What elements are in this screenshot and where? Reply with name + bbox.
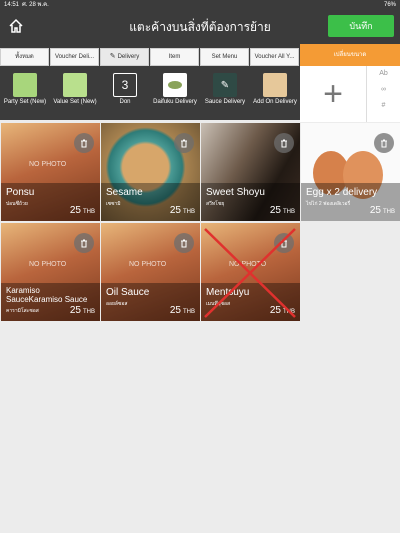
number-option-icon[interactable]: # <box>367 98 400 114</box>
product-name: Egg x 2 delivery <box>306 187 378 198</box>
display-options: Ab ∞ # <box>366 66 400 122</box>
product-card[interactable]: Egg x 2 delivery ไข่ไก่ 2 ฟองเดลิเวอรี่ … <box>301 123 400 221</box>
link-option-icon[interactable]: ∞ <box>367 82 400 98</box>
category-value-set[interactable]: Value Set (New) <box>50 73 100 120</box>
price-value: 25 <box>69 205 81 216</box>
text-option-icon[interactable]: Ab <box>367 66 400 82</box>
category-thumb <box>63 73 87 97</box>
product-name: Sweet Shoyu <box>206 187 265 198</box>
tab-item[interactable]: Item <box>150 48 199 66</box>
tab-delivery-label: Delivery <box>117 54 140 60</box>
price-value: 25 <box>169 205 181 216</box>
product-card[interactable]: NO PHOTO Karamiso SauceKaramiso Sauce คา… <box>1 223 100 321</box>
product-name: Karamiso SauceKaramiso Sauce <box>6 286 88 304</box>
product-info: Ponsu ปอนซึถ้วย 25 THB <box>1 183 100 221</box>
add-icon[interactable]: + <box>300 66 366 122</box>
category-bar: Party Set (New) Value Set (New) 3 Don Da… <box>0 66 300 120</box>
trash-icon[interactable] <box>74 133 94 153</box>
header-bar: แตะค้างบนสิ่งที่ต้องการย้าย บันทึก <box>0 10 400 44</box>
price-currency: THB <box>183 309 195 315</box>
trash-icon[interactable] <box>274 133 294 153</box>
trash-icon[interactable] <box>174 233 194 253</box>
status-battery: 76% <box>383 2 396 8</box>
price-value: 25 <box>69 305 81 316</box>
disabled-cross-icon <box>204 228 296 318</box>
product-price: 25THB <box>170 305 195 316</box>
category-label: Value Set (New) <box>53 99 97 105</box>
product-name-thai: คารามิโสะซอส <box>6 308 39 314</box>
change-size-button[interactable]: เปลี่ยนขนาด <box>300 44 400 66</box>
tab-bar: ทั้งหมด Voucher Deli... ✎ Delivery Item … <box>0 44 300 66</box>
price-currency: THB <box>83 209 95 215</box>
category-label: Add On Delivery <box>253 99 297 105</box>
tab-all[interactable]: ทั้งหมด <box>0 48 49 66</box>
category-thumb <box>263 73 287 97</box>
price-value: 25 <box>269 205 281 216</box>
price-currency: THB <box>283 209 295 215</box>
tab-voucher-all[interactable]: Voucher All Y... <box>250 48 299 66</box>
trash-icon[interactable] <box>74 233 94 253</box>
category-add-on-delivery[interactable]: Add On Delivery <box>250 73 300 120</box>
product-info: Sweet Shoyu สวีทโชยุ 25 THB <box>201 183 300 221</box>
product-card[interactable]: NO PHOTO Mentsuyu เมนทึยุซอส 25THB <box>201 223 300 321</box>
price-currency: THB <box>183 209 195 215</box>
status-time: 14:51 <box>4 2 20 8</box>
price-currency: THB <box>383 209 395 215</box>
status-bar: 14:51 ศ. 28 พ.ค. 76% <box>0 0 400 10</box>
category-thumb <box>163 73 187 97</box>
product-name: Oil Sauce <box>106 287 150 298</box>
tab-voucher-delivery[interactable]: Voucher Deli... <box>50 48 99 66</box>
category-label: Daifuku Delivery <box>153 99 197 105</box>
status-date: ศ. 28 พ.ค. <box>22 2 49 8</box>
product-name: Sesame <box>106 187 143 198</box>
category-don[interactable]: 3 Don <box>100 73 150 120</box>
product-price: 25THB <box>270 205 295 216</box>
product-card[interactable]: Sweet Shoyu สวีทโชยุ 25 THB <box>201 123 300 221</box>
price-currency: THB <box>83 309 95 315</box>
product-card[interactable]: NO PHOTO Ponsu ปอนซึถ้วย 25 THB <box>1 123 100 221</box>
product-name-thai: สวีทโชยุ <box>206 201 225 207</box>
product-name-thai: ออยล์ซอส <box>106 301 128 307</box>
product-info: Oil Sauce ออยล์ซอส 25 THB <box>101 283 200 321</box>
product-price: 25THB <box>370 205 395 216</box>
side-panel: เปลี่ยนขนาด + Ab ∞ # <box>300 44 400 122</box>
no-photo-text: NO PHOTO <box>129 261 167 268</box>
product-price: 25THB <box>70 205 95 216</box>
edit-icon: ✎ <box>109 53 118 60</box>
product-name: Ponsu <box>6 187 35 198</box>
product-info: Sesame เซซามิ 25 THB <box>101 183 200 221</box>
category-party-set[interactable]: Party Set (New) <box>0 73 50 120</box>
trash-icon[interactable] <box>374 133 394 153</box>
category-label: Party Set (New) <box>3 99 47 105</box>
tab-delivery[interactable]: ✎ Delivery <box>100 48 149 66</box>
category-thumb: 3 <box>113 73 137 97</box>
product-price: 25THB <box>70 305 95 316</box>
product-info: Karamiso SauceKaramiso Sauce คารามิโสะซอ… <box>1 283 100 321</box>
save-button[interactable]: บันทึก <box>328 15 394 37</box>
product-info: Egg x 2 delivery ไข่ไก่ 2 ฟองเดลิเวอรี่ … <box>301 183 400 221</box>
product-card[interactable]: NO PHOTO Oil Sauce ออยล์ซอส 25 THB <box>101 223 200 321</box>
category-thumb <box>13 73 37 97</box>
category-label: Don <box>119 99 131 105</box>
no-photo-text: NO PHOTO <box>29 161 67 168</box>
product-price: 25THB <box>170 205 195 216</box>
tab-set-menu[interactable]: Set Menu <box>200 48 249 66</box>
trash-icon[interactable] <box>174 133 194 153</box>
product-name-thai: เซซามิ <box>106 201 121 207</box>
category-sauce-delivery[interactable]: ✎ Sauce Delivery <box>200 73 250 120</box>
price-value: 25 <box>369 205 381 216</box>
category-label: Sauce Delivery <box>204 99 246 105</box>
product-card[interactable]: Sesame เซซามิ 25 THB <box>101 123 200 221</box>
pencil-icon: ✎ <box>213 73 237 97</box>
price-value: 25 <box>169 305 181 316</box>
category-daifuku-delivery[interactable]: Daifuku Delivery <box>150 73 200 120</box>
no-photo-text: NO PHOTO <box>29 261 67 268</box>
product-name-thai: ปอนซึถ้วย <box>6 201 28 207</box>
product-name-thai: ไข่ไก่ 2 ฟองเดลิเวอรี่ <box>306 201 351 207</box>
